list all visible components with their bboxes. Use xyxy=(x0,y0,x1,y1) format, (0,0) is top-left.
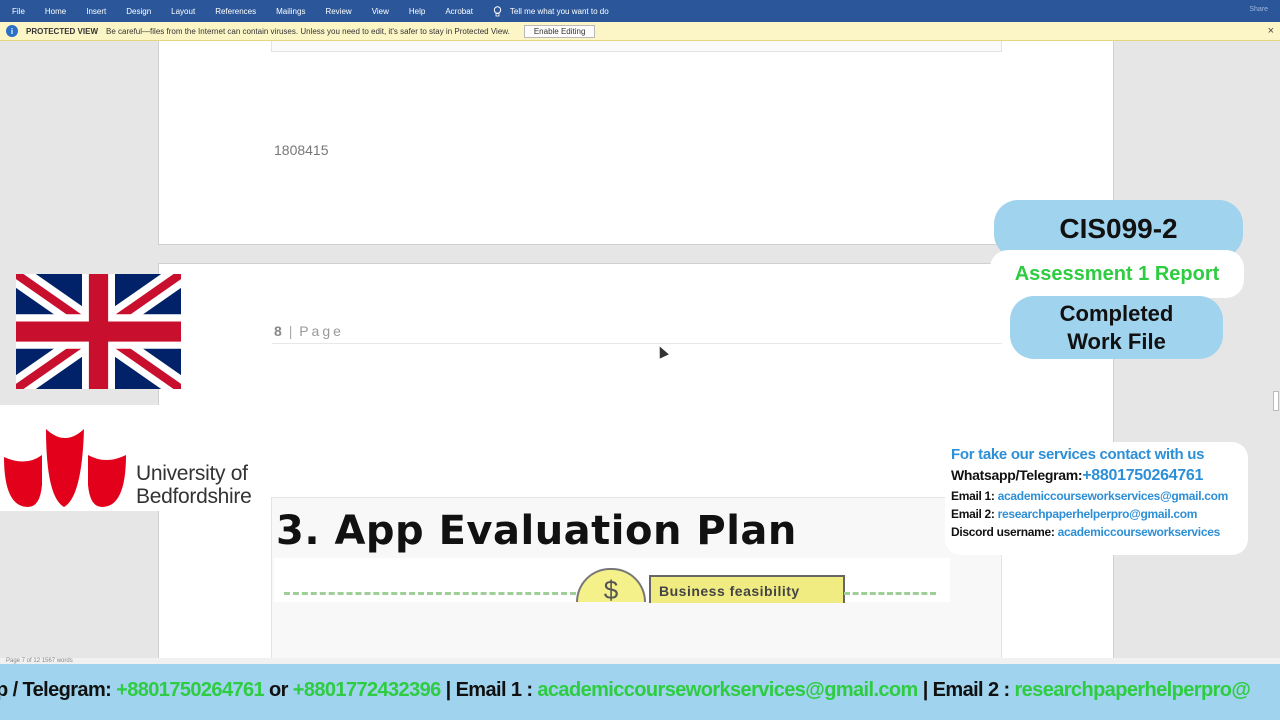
contact-email1-row: Email 1: academiccourseworkservices@gmai… xyxy=(951,489,1242,503)
protected-view-bar: i PROTECTED VIEW Be careful—files from t… xyxy=(0,22,1280,41)
embedded-slide-image: 3. App Evaluation Plan $ Business feasib… xyxy=(271,497,1002,658)
slide-heading: 3. App Evaluation Plan xyxy=(276,508,797,554)
ticker-phone2: +8801772432396 xyxy=(292,679,441,701)
enable-editing-button[interactable]: Enable Editing xyxy=(523,24,596,38)
tab-design[interactable]: Design xyxy=(116,7,161,16)
bedfordshire-emblem-icon xyxy=(4,429,126,507)
tab-view[interactable]: View xyxy=(362,7,399,16)
contact-heading: For take our services contact with us xyxy=(951,446,1205,463)
ticker-email1-label: | Email 1 : xyxy=(440,679,538,701)
tab-help[interactable]: Help xyxy=(399,7,435,16)
contact-ticker-banner: p / Telegram: +8801750264761 or +8801772… xyxy=(0,664,1280,720)
whatsapp-label: Whatsapp/Telegram: xyxy=(951,467,1083,483)
completed-line1: Completed xyxy=(1059,300,1174,326)
contact-discord-row: Discord username: academiccourseworkserv… xyxy=(951,525,1242,539)
whatsapp-number: +8801750264761 xyxy=(1082,467,1204,484)
university-name-line1: University of xyxy=(136,462,248,485)
email2-link[interactable]: researchpaperhelperpro@gmail.com xyxy=(998,507,1198,521)
scrollbar-thumb[interactable] xyxy=(1273,391,1279,411)
page-number: 8 xyxy=(274,323,282,339)
ticker-email1: academiccourseworkservices@gmail.com xyxy=(537,679,918,701)
completed-badge: Completed Work File xyxy=(1010,296,1223,359)
table-cell-box xyxy=(271,41,1002,52)
tell-me-search[interactable]: Tell me what you want to do xyxy=(493,5,609,17)
tab-insert[interactable]: Insert xyxy=(76,7,116,16)
page-label: Page xyxy=(299,323,344,339)
tab-review[interactable]: Review xyxy=(315,7,361,16)
close-icon[interactable]: × xyxy=(1268,25,1274,37)
ticker-email2-label: | Email 2 : xyxy=(917,679,1015,701)
ticker-separator: or xyxy=(264,679,293,701)
share-button[interactable]: Share xyxy=(1249,6,1268,13)
protected-view-message: Be careful—files from the Internet can c… xyxy=(106,26,510,36)
discord-label: Discord username: xyxy=(951,525,1055,539)
tab-mailings[interactable]: Mailings xyxy=(266,7,315,16)
ticker-phone1: +8801750264761 xyxy=(116,679,265,701)
email2-label: Email 2: xyxy=(951,507,995,521)
info-icon: i xyxy=(6,25,18,37)
business-feasibility-box: Business feasibility xyxy=(649,575,845,603)
completed-text: Completed Work File xyxy=(1060,300,1174,356)
uk-flag-icon xyxy=(16,274,181,389)
dashed-connector xyxy=(284,592,576,595)
document-page: 1808415 xyxy=(158,41,1114,245)
contact-info-box: For take our services contact with us Wh… xyxy=(945,442,1248,555)
contact-whatsapp-row: Whatsapp/Telegram:+8801750264761 xyxy=(951,467,1242,485)
ticker-label: p / Telegram: xyxy=(0,679,117,701)
ticker-text: p / Telegram: +8801750264761 or +8801772… xyxy=(0,679,1251,702)
tab-home[interactable]: Home xyxy=(35,7,76,16)
ribbon-tab-bar: File Home Insert Design Layout Reference… xyxy=(0,0,1280,22)
email1-link[interactable]: academiccourseworkservices@gmail.com xyxy=(998,489,1229,503)
university-name-line2: Bedfordshire xyxy=(136,485,252,508)
student-id-text: 1808415 xyxy=(274,142,329,158)
vertical-scrollbar[interactable] xyxy=(1272,41,1280,658)
completed-line2: Work File xyxy=(1067,328,1166,354)
lightbulb-icon xyxy=(493,5,502,16)
assessment-badge: Assessment 1 Report xyxy=(990,250,1244,298)
discord-username: academiccourseworkservices xyxy=(1057,525,1221,539)
email1-label: Email 1: xyxy=(951,489,995,503)
ticker-email2: researchpaperhelperpro@ xyxy=(1014,679,1251,701)
tab-acrobat[interactable]: Acrobat xyxy=(435,7,483,16)
tab-file[interactable]: File xyxy=(0,7,35,16)
tab-references[interactable]: References xyxy=(205,7,266,16)
university-logo: University of Bedfordshire xyxy=(0,405,262,511)
contact-email2-row: Email 2: researchpaperhelperpro@gmail.co… xyxy=(951,507,1242,521)
page-number-header: 8 | Page xyxy=(274,323,344,339)
university-name: University of Bedfordshire xyxy=(136,462,252,508)
tell-me-label: Tell me what you want to do xyxy=(509,6,609,16)
header-divider xyxy=(272,343,1002,344)
tab-layout[interactable]: Layout xyxy=(161,7,205,16)
protected-view-title: PROTECTED VIEW xyxy=(26,26,99,36)
dashed-connector xyxy=(844,592,936,595)
